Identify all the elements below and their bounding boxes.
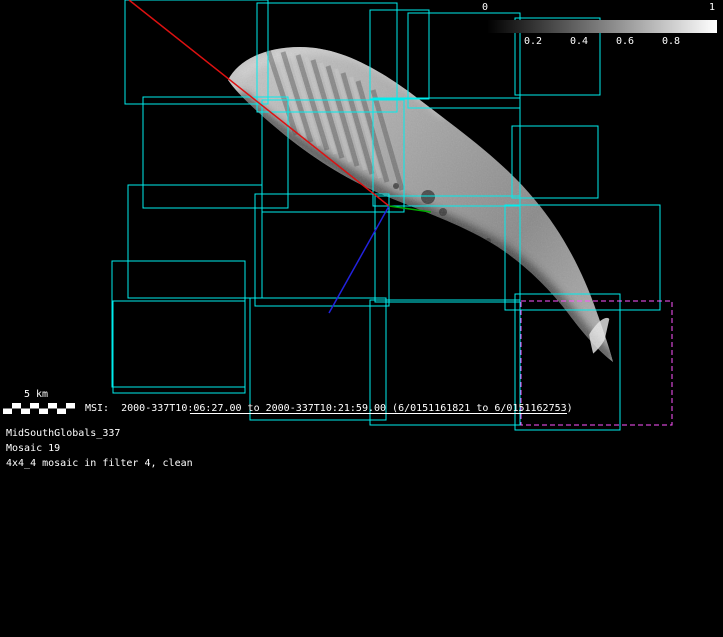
colorbar-ticks: 0.2 0.4 0.6 0.8 <box>487 36 717 49</box>
mosaic-display[interactable]: 0 1 0.20.40.60.8 5 km MSI: 2000-337T10:0… <box>0 0 723 637</box>
colorbar-tick-label: 0.8 <box>662 36 680 47</box>
colorbar-gradient <box>487 20 717 33</box>
footprint-rect[interactable] <box>112 261 245 387</box>
colorbar-tick-label: 0.2 <box>524 36 542 47</box>
colorbar-min-label: 0 <box>482 2 488 13</box>
colorbar-tick-label: 0.6 <box>616 36 634 47</box>
mosaic-description-label: 4x4_4 mosaic in filter 4, clean <box>6 458 193 469</box>
scalebar-label: 5 km <box>24 389 48 400</box>
scalebar-checker <box>3 403 75 414</box>
track-blue-line <box>329 206 389 313</box>
footprint-rect[interactable] <box>128 185 262 298</box>
render-canvas <box>0 0 723 637</box>
mosaic-name-label: MidSouthGlobals_337 <box>6 428 120 439</box>
footprint-rect[interactable] <box>255 194 389 306</box>
colorbar-tick-label: 0.4 <box>570 36 588 47</box>
status-underline <box>190 413 567 414</box>
colorbar-max-label: 1 <box>709 2 715 13</box>
footprint-rect[interactable] <box>512 126 598 198</box>
footprint-rect[interactable] <box>113 301 245 393</box>
footprint-overlay <box>112 0 672 430</box>
footprint-rect[interactable] <box>250 298 386 420</box>
mosaic-number-label: Mosaic 19 <box>6 443 60 454</box>
